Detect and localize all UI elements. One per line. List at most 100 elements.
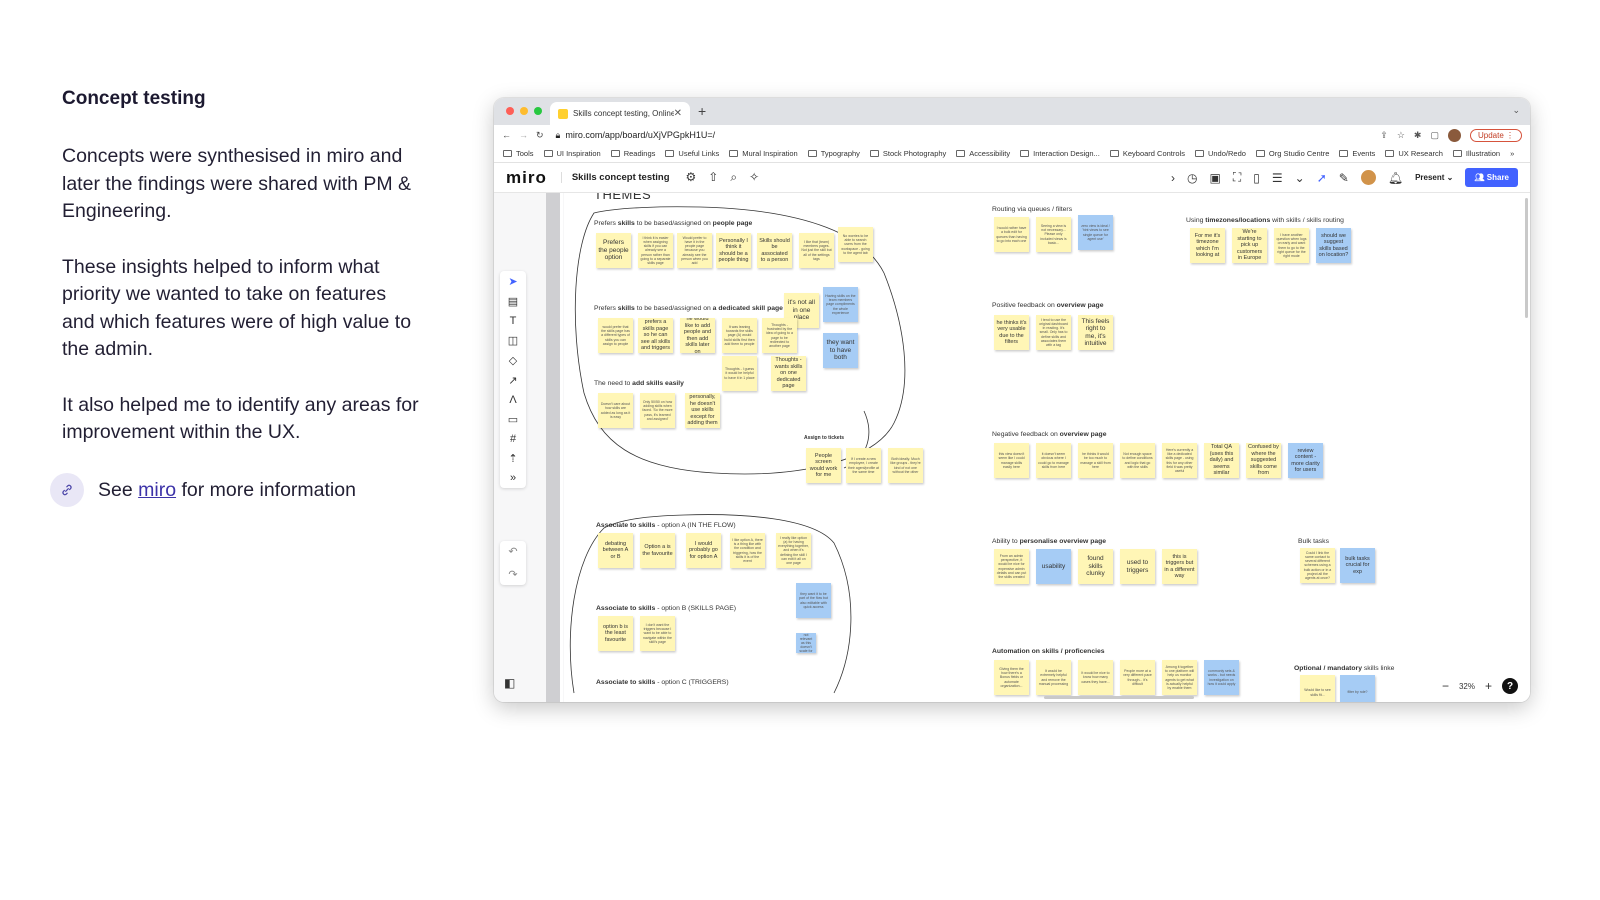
sticky-note[interactable]: Option a is the favourite [640, 533, 675, 568]
bookmark-item[interactable]: Mural Inspiration [729, 149, 798, 158]
expand-chevron-icon[interactable]: › [1171, 171, 1175, 185]
bookmark-item[interactable]: Tools [503, 149, 534, 158]
magic-icon[interactable]: ✧ [749, 170, 759, 185]
board-title[interactable]: Skills concept testing [560, 172, 670, 183]
text-tool-icon[interactable]: T [510, 315, 517, 327]
present-button[interactable]: Present ⌄ [1415, 173, 1453, 182]
bookmark-item[interactable]: Interaction Design... [1020, 149, 1100, 158]
settings-icon[interactable]: ⚙ [686, 170, 697, 185]
sticky-note[interactable]: they want to have both [823, 333, 858, 368]
sticky-note[interactable]: he would like to add people and then add… [680, 318, 715, 353]
sticky-note[interactable]: Doesn't care about how skills are added … [598, 393, 633, 428]
minimize-window-button[interactable] [520, 107, 528, 115]
undo-icon[interactable]: ↶ [508, 545, 517, 558]
sticky-note[interactable]: Thoughts - frustrated by the idea of goi… [762, 318, 797, 353]
browser-tab[interactable]: Skills concept testing, Online W ✕ [550, 102, 690, 125]
sticky-note[interactable]: option b is the least favourite [598, 616, 633, 651]
sticky-note[interactable]: Thoughts - wants skills on one dedicated… [771, 356, 806, 391]
sticky-note[interactable]: It would be extremely helpful and remove… [1036, 660, 1071, 695]
sticky-note[interactable]: It would be nice to know how many cases … [1078, 660, 1113, 695]
share-page-icon[interactable]: ⇪ [1380, 130, 1388, 141]
sidebar-icon[interactable]: ▢ [1430, 130, 1439, 141]
bookmark-item[interactable]: Undo/Redo [1194, 149, 1246, 158]
sticky-note[interactable]: For me it's timezone which I'm looking a… [1190, 228, 1225, 263]
sticky-note[interactable]: I really like option (a) for having ever… [776, 533, 811, 568]
sticky-note[interactable]: debating between A or B [598, 533, 633, 568]
sticky-note[interactable]: personally, he doesn't use skills except… [685, 393, 720, 428]
profile-avatar[interactable] [1447, 128, 1461, 142]
more-chevron-icon[interactable]: ⌄ [1295, 171, 1305, 185]
reload-icon[interactable]: ↻ [536, 130, 544, 141]
bookmark-star-icon[interactable]: ☆ [1397, 130, 1405, 141]
miro-link[interactable]: miro [138, 479, 176, 501]
zoom-level[interactable]: 32% [1459, 682, 1475, 691]
share-button[interactable]: 👥︎ Share [1465, 168, 1518, 187]
sticky-note[interactable]: People screen would work for me [806, 448, 841, 483]
sticky-note[interactable]: Thoughts - I guess it would be helpful t… [722, 356, 757, 391]
sticky-note[interactable]: Seeing a view is not necessary... Please… [1036, 217, 1071, 252]
sticky-note[interactable]: Would like to see skills fit... [1300, 675, 1335, 702]
new-tab-icon[interactable]: + [698, 103, 706, 119]
sticky-note[interactable]: Personally I think it should be a people… [716, 233, 751, 268]
sticky-note[interactable]: this is triggers but in a different way [1162, 549, 1197, 584]
bookmark-item[interactable]: Org Studio Centre [1255, 149, 1329, 158]
sticky-note[interactable]: It was leaning towards the skills page (… [722, 318, 757, 353]
sticky-note[interactable]: If I create a new employee, I create the… [846, 448, 881, 483]
bookmark-item[interactable]: Illustration [1452, 149, 1500, 158]
sticky-note[interactable]: used to triggers [1120, 549, 1155, 584]
comment-tool-icon[interactable]: ▭ [508, 413, 518, 426]
sticky-note[interactable]: We're starting to pick up customers in E… [1232, 228, 1267, 263]
sticky-note[interactable]: I don't want the triggers because I want… [640, 616, 675, 651]
sticky-note[interactable]: Confused by where the suggested skills c… [1246, 443, 1281, 478]
sticky-note[interactable]: Skills should be associated to a person [757, 233, 792, 268]
frame-tool-icon[interactable]: # [510, 433, 516, 445]
sticky-note[interactable]: Could I link the same contact to several… [1300, 548, 1335, 583]
horizontal-scrollbar[interactable] [1044, 696, 1194, 699]
notes-icon[interactable]: ▯ [1253, 171, 1260, 185]
sticky-note[interactable]: Among it together to one platform will h… [1162, 660, 1197, 695]
miro-logo[interactable]: miro [506, 168, 547, 188]
focus-icon[interactable]: ⛶ [1233, 170, 1241, 185]
sticky-note[interactable]: would prefer that the skills page has a … [598, 318, 633, 353]
sticky-note[interactable]: I think it is easier when assigning skil… [638, 233, 673, 268]
bookmark-item[interactable]: Typography [807, 149, 860, 158]
export-icon[interactable]: ⇧ [708, 170, 718, 185]
sticky-note[interactable]: prefers a skills page so he can see all … [638, 318, 673, 353]
sticky-note[interactable]: he thinks it would be too much to manage… [1078, 443, 1113, 478]
cursor-arrow-icon[interactable]: ➚ [1317, 171, 1327, 185]
sticky-note[interactable]: I like option A, there is a thing like w… [730, 533, 765, 568]
bookmark-item[interactable]: Useful Links [665, 149, 719, 158]
sticky-note-tool-icon[interactable]: ◫ [508, 334, 518, 347]
timer-icon[interactable]: ◷ [1187, 171, 1197, 185]
sticky-note[interactable]: review content - more clarity for users [1288, 443, 1323, 478]
help-button[interactable]: ? [1502, 678, 1518, 694]
close-window-button[interactable] [506, 107, 514, 115]
more-tools-icon[interactable]: » [510, 472, 516, 484]
sticky-note[interactable]: Having skills on the team members page c… [823, 287, 858, 322]
vertical-scrollbar[interactable] [1525, 198, 1528, 318]
bookmark-item[interactable]: UI Inspiration [543, 149, 601, 158]
bookmark-item[interactable]: Readings [610, 149, 655, 158]
close-tab-icon[interactable]: ✕ [674, 108, 682, 119]
sticky-note[interactable]: Would prefer to have it in the people pa… [677, 233, 712, 268]
extensions-icon[interactable]: ✱ [1414, 130, 1422, 141]
reactions-icon[interactable]: ✎ [1339, 171, 1349, 185]
sticky-note[interactable]: Only 50/50 on how adding skills when fac… [640, 393, 675, 428]
sticky-note[interactable]: People more at a very different pace thr… [1120, 660, 1155, 695]
bookmark-item[interactable]: Keyboard Controls [1109, 149, 1185, 158]
sticky-note[interactable]: No worries to be able to search users fr… [838, 227, 873, 262]
bookmarks-overflow-icon[interactable]: » [1510, 149, 1514, 158]
list-icon[interactable]: ☰ [1272, 171, 1283, 185]
sticky-note[interactable]: Prefers the people option [596, 233, 631, 268]
update-button[interactable]: Update ⋮ [1469, 128, 1522, 142]
sticky-note[interactable]: bulk tasks crucial for exp [1340, 548, 1375, 583]
back-icon[interactable]: ← [502, 130, 511, 140]
sticky-note[interactable]: they want it to be part of the flow but … [796, 583, 831, 618]
maximize-window-button[interactable] [534, 107, 542, 115]
search-icon[interactable]: ⌕ [730, 170, 737, 185]
sticky-note[interactable]: I like that (team) members pages. Not ju… [799, 233, 834, 268]
sticky-note[interactable]: I would probably go for option A [686, 533, 721, 568]
sticky-note[interactable]: Here's currently a like a dedicated skil… [1162, 443, 1197, 478]
sticky-note[interactable]: not relevant as this doesn't scale for [796, 633, 816, 653]
url-field[interactable]: 🔒︎ miro.com/app/board/uXjVPGpkH1U=/ [556, 130, 716, 141]
